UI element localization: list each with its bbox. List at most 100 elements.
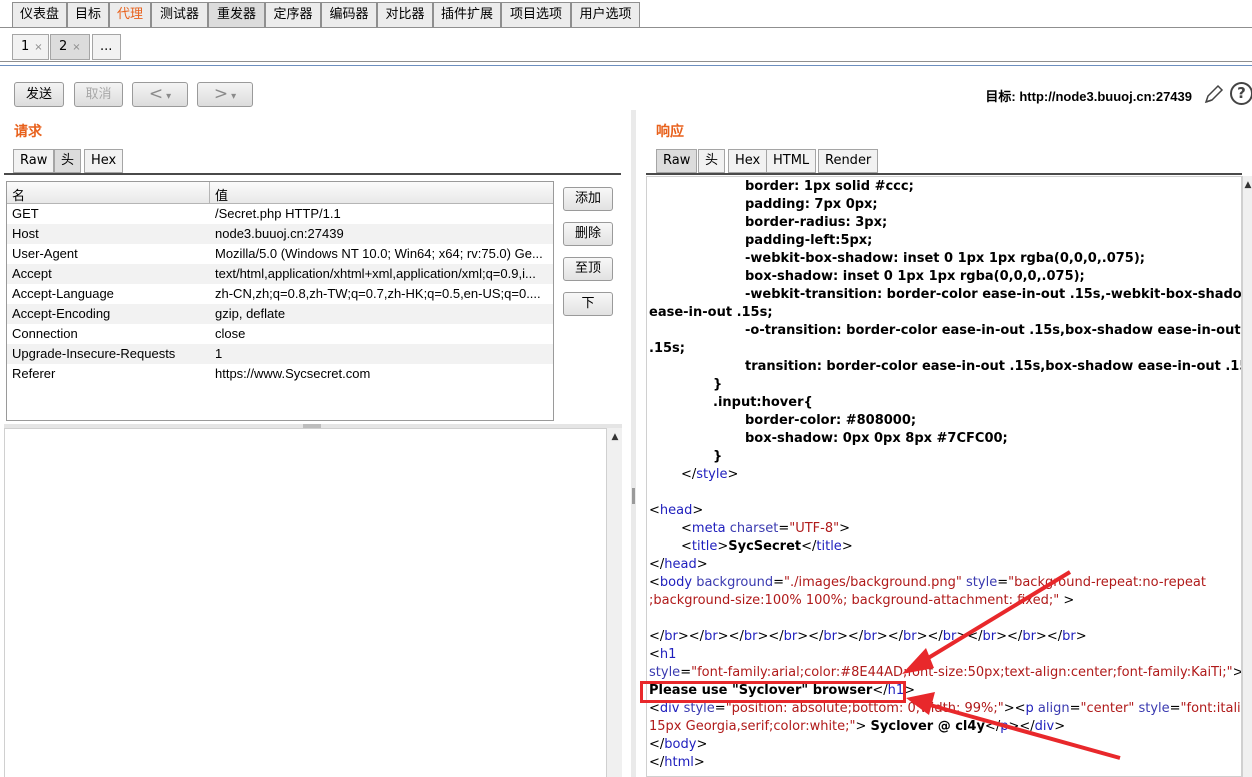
main-tab-9[interactable]: 项目选项 [501, 2, 571, 27]
table-row[interactable]: GET/Secret.php HTTP/1.1 [7, 204, 553, 224]
main-tab-3[interactable]: 测试器 [151, 2, 208, 27]
header-name-cell[interactable]: Host [12, 224, 207, 244]
code-line: </body> [649, 736, 707, 754]
header-name-cell[interactable]: Accept-Encoding [12, 304, 207, 324]
header-value-cell[interactable]: Mozilla/5.0 (Windows NT 10.0; Win64; x64… [215, 244, 548, 264]
repeater-tab-2[interactable]: 2 × [50, 34, 90, 60]
code-token: padding: 7px 0px; [745, 197, 878, 212]
header-name-cell[interactable]: Accept [12, 264, 207, 284]
code-token: br [743, 629, 758, 644]
main-tab-4[interactable]: 重发器 [208, 2, 265, 27]
request-tab-hex[interactable]: Hex [84, 149, 124, 173]
help-icon[interactable]: ? [1230, 82, 1252, 105]
splitter-grip[interactable] [632, 488, 635, 504]
header-name-cell[interactable]: Connection [12, 324, 207, 344]
code-token: style [679, 701, 715, 716]
response-tab-html[interactable]: HTML [766, 149, 817, 173]
table-row[interactable]: Accept text/html,application/xhtml+xml,ap… [7, 264, 553, 284]
response-title: 响应 [656, 124, 684, 140]
table-row[interactable]: Accept-Encoding gzip, deflate [7, 304, 553, 324]
close-icon[interactable]: × [34, 42, 42, 53]
header-value-cell[interactable]: close [215, 324, 548, 344]
header-name-cell[interactable]: GET [12, 204, 207, 224]
header-value-cell[interactable]: https://www.Sycsecret.com [215, 364, 548, 384]
code-line: </style> [681, 466, 738, 484]
pencil-icon[interactable] [1203, 83, 1225, 105]
code-line: .input:hover{ [713, 394, 813, 412]
main-tab-8[interactable]: 插件扩展 [433, 2, 501, 27]
table-row[interactable]: Accept-Language zh-CN,zh;q=0.8,zh-TW;q=0.… [7, 284, 553, 304]
code-token: -webkit-transition: border-color ease-in… [745, 287, 1242, 302]
header-value-cell[interactable]: node3.buuoj.cn:27439 [215, 224, 548, 244]
repeater-tab-1[interactable]: 1 × [12, 34, 49, 60]
header-value-cell[interactable]: /Secret.php HTTP/1.1 [215, 204, 548, 224]
panel-splitter[interactable] [631, 110, 636, 777]
table-row[interactable]: Connection close [7, 324, 553, 344]
chevron-down-icon: ▾ [231, 91, 237, 102]
cancel-button[interactable]: 取消 [74, 82, 123, 107]
tab-label: 1 [21, 39, 30, 54]
column-header-value[interactable]: 值 [215, 185, 228, 204]
request-body-editor[interactable] [4, 428, 606, 777]
code-token: >< [1003, 701, 1026, 716]
table-row[interactable]: Referer https://www.Sycsecret.com [7, 364, 553, 384]
response-scrollbar[interactable]: ▲ [1242, 176, 1252, 777]
move-down-button[interactable]: 下 [563, 292, 613, 316]
code-line: box-shadow: 0px 0px 8px #7CFC00; [745, 430, 1008, 448]
code-token: > [717, 539, 729, 554]
header-name-cell[interactable]: Referer [12, 364, 207, 384]
code-token: = [1069, 701, 1081, 716]
code-token: align [1033, 701, 1070, 716]
code-line: <title>SycSecret</title> [681, 538, 853, 556]
forward-button[interactable]: > ▾ [197, 82, 253, 107]
response-tab-raw[interactable]: Raw [656, 149, 698, 173]
header-value-cell[interactable]: text/html,application/xhtml+xml,applicat… [215, 264, 548, 284]
code-token: body [664, 737, 697, 752]
response-tab-render[interactable]: Render [818, 149, 879, 173]
code-line: } [713, 376, 722, 394]
new-tab-button[interactable]: ... [92, 34, 121, 60]
main-tab-10[interactable]: 用户选项 [571, 2, 640, 27]
response-tab-hex[interactable]: Hex [728, 149, 768, 173]
code-token: div [659, 701, 680, 716]
request-tab-raw[interactable]: Raw [13, 149, 55, 173]
code-token: </ [801, 539, 817, 554]
main-tab-2[interactable]: 代理 [109, 2, 151, 27]
main-tab-6[interactable]: 编码器 [321, 2, 377, 27]
scroll-up-icon[interactable]: ▲ [1241, 178, 1252, 192]
back-button[interactable]: < ▾ [132, 82, 188, 107]
close-icon[interactable]: × [72, 42, 80, 53]
table-row[interactable]: Host node3.buuoj.cn:27439 [7, 224, 553, 244]
remove-header-button[interactable]: 删除 [563, 222, 613, 246]
code-line: <body background="./images/background.pn… [649, 574, 1206, 592]
main-tab-1[interactable]: 目标 [67, 2, 109, 27]
code-token: } [713, 449, 723, 464]
header-name-cell[interactable]: Upgrade-Insecure-Requests [12, 344, 207, 364]
column-separator[interactable] [209, 182, 210, 204]
request-body-scrollbar[interactable]: ▲ [606, 428, 622, 777]
header-name-cell[interactable]: User-Agent [12, 244, 207, 264]
response-tab-headers[interactable]: 头 [698, 149, 726, 173]
move-up-button[interactable]: 至顶 [563, 257, 613, 281]
add-header-button[interactable]: 添加 [563, 187, 613, 211]
scroll-up-icon[interactable]: ▲ [608, 430, 622, 444]
header-value-cell[interactable]: gzip, deflate [215, 304, 548, 324]
header-name-cell[interactable]: Accept-Language [12, 284, 207, 304]
code-token: > [727, 467, 739, 482]
header-value-cell[interactable]: 1 [215, 344, 548, 364]
code-token: ></ [717, 629, 744, 644]
code-token: title [816, 539, 842, 554]
code-token: > [696, 557, 708, 572]
toolbar-divider [0, 65, 1252, 66]
column-header-name[interactable]: 名 [12, 185, 25, 204]
table-row[interactable]: Upgrade-Insecure-Requests 1 [7, 344, 553, 364]
send-button[interactable]: 发送 [14, 82, 64, 107]
main-tab-7[interactable]: 对比器 [377, 2, 433, 27]
request-tab-headers[interactable]: 头 [54, 149, 82, 173]
table-row[interactable]: User-Agent Mozilla/5.0 (Windows NT 10.0; … [7, 244, 553, 264]
code-line: -o-transition: border-color ease-in-out … [745, 322, 1241, 340]
header-value-cell[interactable]: zh-CN,zh;q=0.8,zh-TW;q=0.7,zh-HK;q=0.5,e… [215, 284, 548, 304]
main-tab-0[interactable]: 仪表盘 [12, 2, 67, 27]
main-tab-5[interactable]: 定序器 [265, 2, 321, 27]
code-token: border: 1px solid #ccc; [745, 179, 914, 194]
